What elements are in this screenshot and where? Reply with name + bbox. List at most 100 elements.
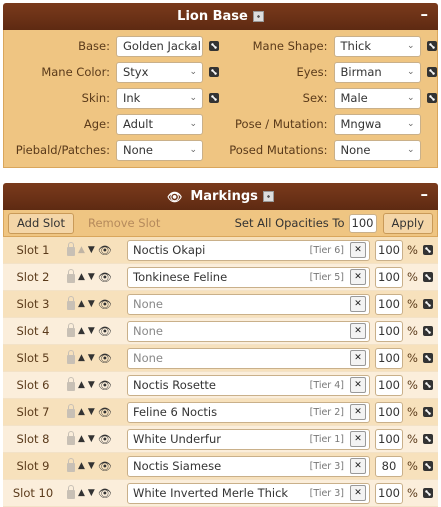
field-select[interactable]: None ⌄ — [116, 139, 203, 161]
field-select[interactable]: Adult ⌄ — [116, 113, 203, 135]
field-select[interactable]: Golden Jackal ⌄ — [116, 35, 203, 57]
collapse-button[interactable]: – — [421, 185, 429, 203]
field-select[interactable]: Male ⌄ — [333, 87, 421, 109]
dice-icon[interactable] — [422, 488, 433, 498]
eye-icon[interactable]: 👁 — [98, 460, 112, 473]
arrow-down-icon[interactable]: ▼ — [88, 407, 95, 417]
lock-icon[interactable] — [67, 377, 75, 391]
arrow-down-icon[interactable]: ▼ — [88, 272, 95, 282]
opacity-input[interactable]: 100 — [375, 347, 403, 369]
opacity-input[interactable]: 100 — [375, 428, 403, 450]
arrow-down-icon[interactable]: ▼ — [88, 434, 95, 444]
clear-button[interactable]: ✕ — [350, 404, 366, 420]
opacity-input[interactable]: 100 — [375, 482, 403, 504]
arrow-up-icon[interactable]: ▲ — [78, 326, 85, 336]
opacity-input[interactable]: 100 — [375, 374, 403, 396]
marking-select[interactable]: Noctis Rosette [Tier 4] ✕ — [127, 374, 370, 396]
arrow-up-icon[interactable]: ▲ — [78, 245, 85, 255]
eye-icon[interactable]: 👁 — [98, 325, 112, 338]
dice-icon[interactable] — [426, 93, 437, 103]
arrow-down-icon[interactable]: ▼ — [88, 380, 95, 390]
arrow-up-icon[interactable]: ▲ — [78, 272, 85, 282]
arrow-down-icon[interactable]: ▼ — [88, 299, 95, 309]
eye-icon[interactable]: 👁 — [98, 433, 112, 446]
arrow-down-icon[interactable]: ▼ — [88, 245, 95, 255]
marking-select[interactable]: Noctis Siamese [Tier 3] ✕ — [127, 455, 370, 477]
add-slot-button[interactable]: Add Slot — [8, 212, 74, 234]
dice-icon[interactable] — [209, 67, 219, 77]
lock-icon[interactable] — [67, 269, 75, 283]
dice-icon[interactable] — [422, 245, 433, 255]
opacity-input[interactable]: 100 — [375, 239, 403, 261]
lock-icon[interactable] — [67, 404, 75, 418]
lock-icon[interactable] — [67, 296, 75, 310]
lock-icon[interactable] — [67, 431, 75, 445]
dice-icon[interactable] — [422, 299, 433, 309]
lock-icon[interactable] — [67, 458, 75, 472]
arrow-down-icon[interactable]: ▼ — [88, 326, 95, 336]
marking-select[interactable]: None ✕ — [127, 293, 370, 315]
clear-button[interactable]: ✕ — [350, 458, 366, 474]
arrow-down-icon[interactable]: ▼ — [88, 488, 95, 498]
lock-icon[interactable] — [67, 350, 75, 364]
dice-icon[interactable] — [426, 67, 437, 77]
arrow-up-icon[interactable]: ▲ — [78, 434, 85, 444]
eye-icon[interactable]: 👁 — [98, 487, 112, 500]
dice-icon[interactable] — [252, 11, 264, 22]
field-select[interactable]: Styx ⌄ — [116, 61, 203, 83]
arrow-up-icon[interactable]: ▲ — [78, 353, 85, 363]
field-select[interactable]: Thick ⌄ — [333, 35, 421, 57]
markings-header[interactable]: 👁 Markings – — [3, 183, 438, 210]
clear-button[interactable]: ✕ — [350, 269, 366, 285]
clear-button[interactable]: ✕ — [350, 296, 366, 312]
apply-button[interactable]: Apply — [382, 212, 433, 234]
opacity-input[interactable]: 80 — [375, 455, 403, 477]
opacity-input[interactable]: 100 — [375, 320, 403, 342]
clear-button[interactable]: ✕ — [350, 323, 366, 339]
eye-icon[interactable]: 👁 — [98, 298, 112, 311]
lock-icon[interactable] — [67, 485, 75, 499]
marking-select[interactable]: White Underfur [Tier 1] ✕ — [127, 428, 370, 450]
dice-icon[interactable] — [209, 93, 219, 103]
clear-button[interactable]: ✕ — [350, 431, 366, 447]
dice-icon[interactable] — [426, 41, 437, 51]
dice-icon[interactable] — [422, 434, 433, 444]
eye-icon[interactable]: 👁 — [167, 190, 182, 204]
opacity-input[interactable]: 100 — [375, 266, 403, 288]
marking-select[interactable]: White Inverted Merle Thick [Tier 3] ✕ — [127, 482, 370, 504]
dice-icon[interactable] — [262, 191, 274, 202]
marking-select[interactable]: None ✕ — [127, 320, 370, 342]
field-select[interactable]: Birman ⌄ — [333, 61, 421, 83]
opacity-input[interactable]: 100 — [375, 293, 403, 315]
lock-icon[interactable] — [67, 323, 75, 337]
clear-button[interactable]: ✕ — [350, 242, 366, 258]
marking-select[interactable]: Tonkinese Feline [Tier 5] ✕ — [127, 266, 370, 288]
eye-icon[interactable]: 👁 — [98, 271, 112, 284]
arrow-up-icon[interactable]: ▲ — [78, 488, 85, 498]
arrow-up-icon[interactable]: ▲ — [78, 299, 85, 309]
marking-select[interactable]: Feline 6 Noctis [Tier 2] ✕ — [127, 401, 370, 423]
clear-button[interactable]: ✕ — [350, 485, 366, 501]
dice-icon[interactable] — [422, 461, 433, 471]
eye-icon[interactable]: 👁 — [98, 406, 112, 419]
clear-button[interactable]: ✕ — [350, 350, 366, 366]
arrow-down-icon[interactable]: ▼ — [88, 461, 95, 471]
clear-button[interactable]: ✕ — [350, 377, 366, 393]
dice-icon[interactable] — [422, 353, 433, 363]
dice-icon[interactable] — [209, 41, 219, 51]
arrow-up-icon[interactable]: ▲ — [78, 407, 85, 417]
remove-slot-button[interactable]: Remove Slot — [80, 214, 168, 233]
collapse-button[interactable]: – — [421, 5, 429, 23]
eye-icon[interactable]: 👁 — [98, 352, 112, 365]
set-all-opacity-input[interactable]: 100 — [348, 213, 377, 233]
dice-icon[interactable] — [422, 380, 433, 390]
dice-icon[interactable] — [422, 326, 433, 336]
arrow-down-icon[interactable]: ▼ — [88, 353, 95, 363]
eye-icon[interactable]: 👁 — [98, 244, 112, 257]
dice-icon[interactable] — [422, 272, 433, 282]
field-select[interactable]: Mngwa ⌄ — [333, 113, 421, 135]
lion-base-header[interactable]: Lion Base – — [3, 3, 438, 30]
arrow-up-icon[interactable]: ▲ — [78, 380, 85, 390]
arrow-up-icon[interactable]: ▲ — [78, 461, 85, 471]
field-select[interactable]: Ink ⌄ — [116, 87, 203, 109]
